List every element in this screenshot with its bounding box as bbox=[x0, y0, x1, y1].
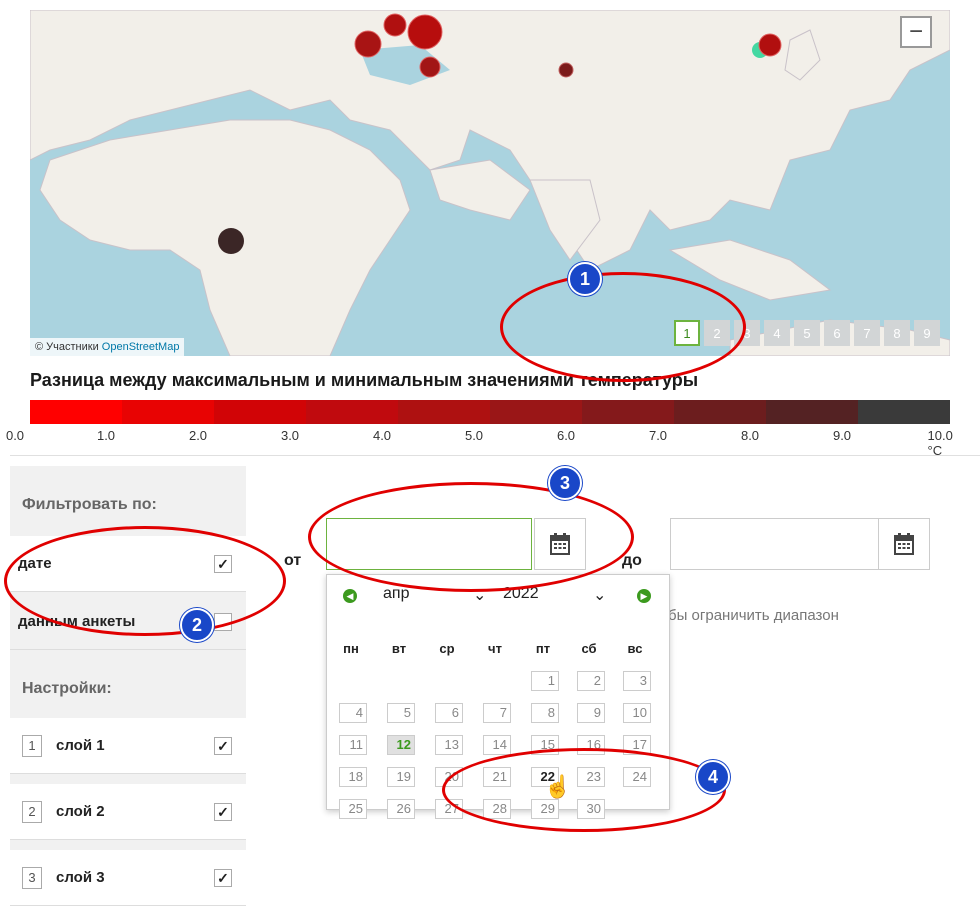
calendar-day-1[interactable]: 1 bbox=[531, 671, 559, 691]
month-value: апр bbox=[383, 585, 410, 602]
calendar-day-5[interactable]: 5 bbox=[387, 703, 415, 723]
legend-swatch bbox=[490, 400, 582, 424]
legend-swatch bbox=[214, 400, 306, 424]
legend-tick: 9.0 bbox=[832, 428, 852, 443]
calendar-day-13[interactable]: 13 bbox=[435, 735, 463, 755]
legend-tick: 4.0 bbox=[372, 428, 392, 443]
legend-swatch bbox=[582, 400, 674, 424]
weekday-label: чт bbox=[488, 641, 502, 656]
calendar-day-12[interactable]: 12 bbox=[387, 735, 415, 755]
calendar-day-11[interactable]: 11 bbox=[339, 735, 367, 755]
map[interactable]: − © Участники OpenStreetMap 1 2 3 4 5 6 … bbox=[30, 10, 950, 356]
prev-month-icon[interactable]: ◀ bbox=[343, 589, 357, 603]
layer-button-6[interactable]: 6 bbox=[824, 320, 850, 346]
calendar-day-10[interactable]: 10 bbox=[623, 703, 651, 723]
legend-swatch bbox=[766, 400, 858, 424]
annotation-ring bbox=[4, 526, 286, 636]
settings-heading: Настройки: bbox=[22, 680, 112, 697]
openstreetmap-link[interactable]: OpenStreetMap bbox=[102, 341, 180, 353]
zoom-out-button[interactable]: − bbox=[900, 16, 932, 48]
map-attribution: © Участники OpenStreetMap bbox=[30, 338, 185, 356]
calendar-day-19[interactable]: 19 bbox=[387, 767, 415, 787]
from-label: от bbox=[284, 552, 302, 569]
legend-swatch bbox=[398, 400, 490, 424]
legend-tick: 0.0 bbox=[5, 428, 25, 443]
calendar-day-26[interactable]: 26 bbox=[387, 799, 415, 819]
layer-number: 1 bbox=[22, 734, 42, 757]
legend-swatch bbox=[30, 400, 122, 424]
layer-row-3[interactable]: 3 слой 3 ✓ bbox=[10, 850, 246, 906]
legend-tick: 6.0 bbox=[556, 428, 576, 443]
filter-heading: Фильтровать по: bbox=[22, 496, 157, 513]
weekday-label: вт bbox=[391, 641, 407, 656]
calendar-day-4[interactable]: 4 bbox=[339, 703, 367, 723]
annotation-ring bbox=[442, 748, 726, 832]
layer-button-7[interactable]: 7 bbox=[854, 320, 880, 346]
annotation-badge: 3 bbox=[548, 466, 582, 500]
calendar-day-2[interactable]: 2 bbox=[577, 671, 605, 691]
weekday-label: пн bbox=[343, 641, 359, 656]
legend-color-scale bbox=[30, 400, 950, 424]
legend-swatch bbox=[674, 400, 766, 424]
legend-tick: 3.0 bbox=[280, 428, 300, 443]
calendar-day-14[interactable]: 14 bbox=[483, 735, 511, 755]
weekday-label: пт bbox=[535, 641, 551, 656]
calendar-day-3[interactable]: 3 bbox=[623, 671, 651, 691]
divider bbox=[10, 455, 980, 456]
date-to-calendar-button[interactable] bbox=[878, 518, 930, 570]
legend-tick: 2.0 bbox=[188, 428, 208, 443]
calendar-day-8[interactable]: 8 bbox=[531, 703, 559, 723]
layer-3-checkbox[interactable]: ✓ bbox=[214, 868, 232, 887]
chevron-down-icon[interactable]: ⌄ bbox=[593, 585, 606, 605]
legend-swatch bbox=[306, 400, 398, 424]
layer-2-checkbox[interactable]: ✓ bbox=[214, 802, 232, 821]
layer-label: слой 1 bbox=[56, 737, 105, 754]
date-to-input[interactable] bbox=[670, 518, 880, 570]
layer-row-2[interactable]: 2 слой 2 ✓ bbox=[10, 784, 246, 840]
layer-button-5[interactable]: 5 bbox=[794, 320, 820, 346]
legend-swatch bbox=[122, 400, 214, 424]
calendar-day-25[interactable]: 25 bbox=[339, 799, 367, 819]
annotation-ring bbox=[500, 272, 746, 382]
layer-1-checkbox[interactable]: ✓ bbox=[214, 736, 232, 755]
layer-button-8[interactable]: 8 bbox=[884, 320, 910, 346]
layer-button-9[interactable]: 9 bbox=[914, 320, 940, 346]
weekday-label: ср bbox=[439, 641, 455, 656]
annotation-badge: 1 bbox=[568, 262, 602, 296]
next-month-icon[interactable]: ▶ bbox=[637, 589, 651, 603]
layer-row-1[interactable]: 1 слой 1 ✓ bbox=[10, 718, 246, 774]
legend-tick: 7.0 bbox=[648, 428, 668, 443]
map-canvas bbox=[30, 10, 950, 356]
calendar-day-9[interactable]: 9 bbox=[577, 703, 605, 723]
month-select[interactable]: апр bbox=[383, 585, 409, 603]
calendar-day-18[interactable]: 18 bbox=[339, 767, 367, 787]
annotation-badge: 2 bbox=[180, 608, 214, 642]
layer-label: слой 2 bbox=[56, 803, 105, 820]
calendar-icon bbox=[894, 533, 914, 555]
weekday-label: сб bbox=[581, 641, 597, 656]
legend-tick: 8.0 bbox=[740, 428, 760, 443]
legend-tick: 5.0 bbox=[464, 428, 484, 443]
legend-ticks: 0.0 1.0 2.0 3.0 4.0 5.0 6.0 7.0 8.0 9.0 … bbox=[0, 428, 980, 458]
layer-number: 2 bbox=[22, 800, 42, 823]
layer-button-4[interactable]: 4 bbox=[764, 320, 790, 346]
calendar-day-7[interactable]: 7 bbox=[483, 703, 511, 723]
date-range-hint: бы ограничить диапазон bbox=[668, 607, 839, 624]
hand-pointer-icon: ☝ bbox=[544, 774, 572, 799]
annotation-badge: 4 bbox=[696, 760, 730, 794]
legend-swatch bbox=[858, 400, 950, 424]
layer-number: 3 bbox=[22, 866, 42, 889]
layer-label: слой 3 bbox=[56, 869, 105, 886]
legend-tick: 1.0 bbox=[96, 428, 116, 443]
weekday-label: вс bbox=[627, 641, 643, 656]
annotation-ring bbox=[308, 482, 634, 592]
calendar-day-6[interactable]: 6 bbox=[435, 703, 463, 723]
attribution-prefix: © Участники bbox=[35, 341, 99, 353]
legend-tick: 10.0 °C bbox=[927, 428, 953, 458]
